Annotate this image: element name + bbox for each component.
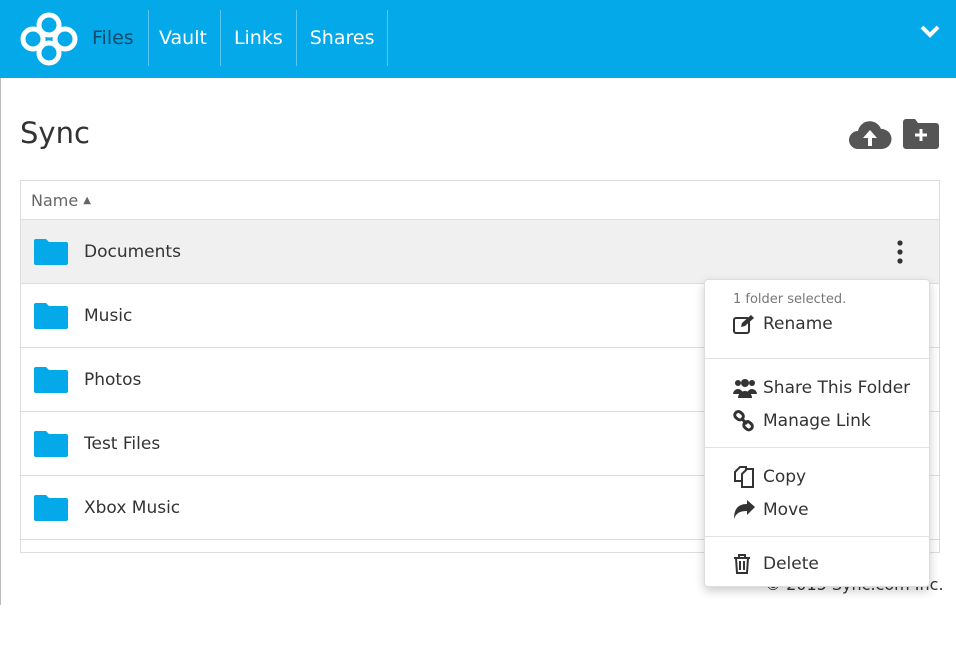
nav-shares[interactable]: Shares xyxy=(297,10,389,66)
file-name[interactable]: Documents xyxy=(84,242,181,262)
context-menu: 1 folder selected. Rename Share This Fol… xyxy=(704,279,930,587)
link-icon xyxy=(733,409,754,431)
nav-files[interactable]: Files xyxy=(78,10,149,66)
folder-icon xyxy=(34,430,68,457)
menu-item-manage-link[interactable]: Manage Link xyxy=(733,404,929,437)
share-arrow-icon xyxy=(734,499,755,519)
nav-links[interactable]: Links xyxy=(221,10,297,66)
file-name[interactable]: Music xyxy=(84,306,132,326)
folder-icon xyxy=(34,366,68,393)
menu-item-copy[interactable]: Copy xyxy=(733,460,929,493)
users-icon xyxy=(733,378,757,398)
upload-cloud-icon[interactable] xyxy=(848,120,892,150)
page-border xyxy=(0,78,1,605)
kebab-menu-icon[interactable] xyxy=(897,240,903,264)
rename-label: Rename xyxy=(763,313,833,334)
delete-label: Delete xyxy=(763,553,819,574)
new-folder-icon[interactable] xyxy=(903,119,939,149)
folder-icon xyxy=(34,238,68,265)
nav-tabs: Vault Links Shares xyxy=(146,10,389,66)
folder-icon xyxy=(34,494,68,521)
menu-item-share-folder[interactable]: Share This Folder xyxy=(733,371,929,404)
chevron-down-icon[interactable] xyxy=(920,24,940,38)
column-header-name[interactable]: Name ▲ xyxy=(21,181,939,220)
sync-logo-icon[interactable] xyxy=(20,11,78,67)
copy-icon xyxy=(734,465,754,488)
file-name[interactable]: Photos xyxy=(84,370,141,390)
menu-item-move[interactable]: Move xyxy=(733,493,929,526)
trash-icon xyxy=(734,553,750,574)
manage-link-label: Manage Link xyxy=(763,410,871,431)
file-name[interactable]: Test Files xyxy=(84,434,160,454)
menu-item-rename[interactable]: Rename xyxy=(733,307,929,340)
edit-icon xyxy=(733,314,754,334)
page-title: Sync xyxy=(20,116,90,150)
name-header-label: Name xyxy=(31,191,79,210)
share-label: Share This Folder xyxy=(763,377,911,398)
table-row[interactable]: Documents xyxy=(21,220,939,284)
selection-caption: 1 folder selected. xyxy=(733,292,847,307)
sort-up-icon: ▲ xyxy=(83,195,91,206)
nav-vault[interactable]: Vault xyxy=(146,10,221,66)
menu-item-delete[interactable]: Delete xyxy=(733,547,929,580)
top-nav-bar: Files Vault Links Shares xyxy=(0,0,956,78)
folder-icon xyxy=(34,302,68,329)
move-label: Move xyxy=(763,499,809,520)
file-name[interactable]: Xbox Music xyxy=(84,498,180,518)
copy-label: Copy xyxy=(763,466,807,487)
